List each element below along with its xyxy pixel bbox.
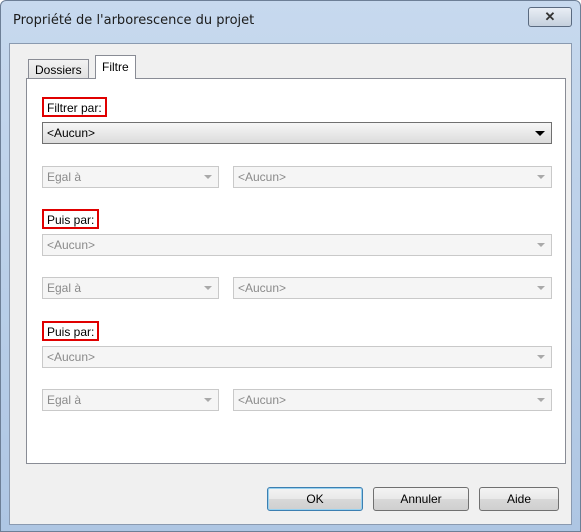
chevron-down-icon xyxy=(537,243,545,247)
select-value: <Aucun> xyxy=(238,170,287,184)
title-bar[interactable]: Propriété de l'arborescence du projet ✕ xyxy=(1,1,580,43)
filter-field-select-1[interactable]: <Aucun> xyxy=(42,122,552,144)
filter-field-select-2[interactable]: <Aucun> xyxy=(42,234,552,256)
section-label-then-by-1: Puis par: xyxy=(42,209,100,229)
tab-label: Dossiers xyxy=(35,63,82,77)
filter-field-select-3[interactable]: <Aucun> xyxy=(42,346,552,368)
operator-select-3[interactable]: Egal à xyxy=(42,389,219,411)
close-button[interactable]: ✕ xyxy=(528,7,572,27)
tab-label: Filtre xyxy=(102,60,129,74)
chevron-down-icon xyxy=(537,355,545,359)
chevron-down-icon xyxy=(535,131,545,136)
tab-dossiers[interactable]: Dossiers xyxy=(28,59,89,78)
value-select-1[interactable]: <Aucun> xyxy=(233,166,552,188)
select-value: <Aucun> xyxy=(238,393,287,407)
operator-select-1[interactable]: Egal à xyxy=(42,166,219,188)
window-title: Propriété de l'arborescence du projet xyxy=(13,13,255,28)
section-label-then-by-2: Puis par: xyxy=(42,321,100,341)
dialog-window: Propriété de l'arborescence du projet ✕ … xyxy=(0,0,581,532)
chevron-down-icon xyxy=(204,286,212,290)
close-icon: ✕ xyxy=(544,9,556,24)
filter-tab-panel: Filtrer par: <Aucun> Egal à <Aucun> Puis… xyxy=(26,78,566,464)
select-value: Egal à xyxy=(47,170,82,184)
select-value: <Aucun> xyxy=(238,281,287,295)
value-select-3[interactable]: <Aucun> xyxy=(233,389,552,411)
chevron-down-icon xyxy=(537,175,545,179)
tab-filtre[interactable]: Filtre xyxy=(95,55,136,79)
ok-button[interactable]: OK xyxy=(267,487,363,511)
select-value: Egal à xyxy=(47,281,82,295)
cancel-button[interactable]: Annuler xyxy=(373,487,469,511)
chevron-down-icon xyxy=(537,398,545,402)
section-label-filter-by: Filtrer par: xyxy=(42,97,107,117)
select-value: <Aucun> xyxy=(47,238,96,252)
dialog-client-area: Dossiers Filtre Filtrer par: <Aucun> Ega… xyxy=(9,43,572,525)
select-value: <Aucun> xyxy=(47,126,96,140)
chevron-down-icon xyxy=(204,398,212,402)
chevron-down-icon xyxy=(537,286,545,290)
chevron-down-icon xyxy=(204,175,212,179)
value-select-2[interactable]: <Aucun> xyxy=(233,277,552,299)
select-value: Egal à xyxy=(47,393,82,407)
operator-select-2[interactable]: Egal à xyxy=(42,277,219,299)
select-value: <Aucun> xyxy=(47,350,96,364)
help-button[interactable]: Aide xyxy=(479,487,559,511)
